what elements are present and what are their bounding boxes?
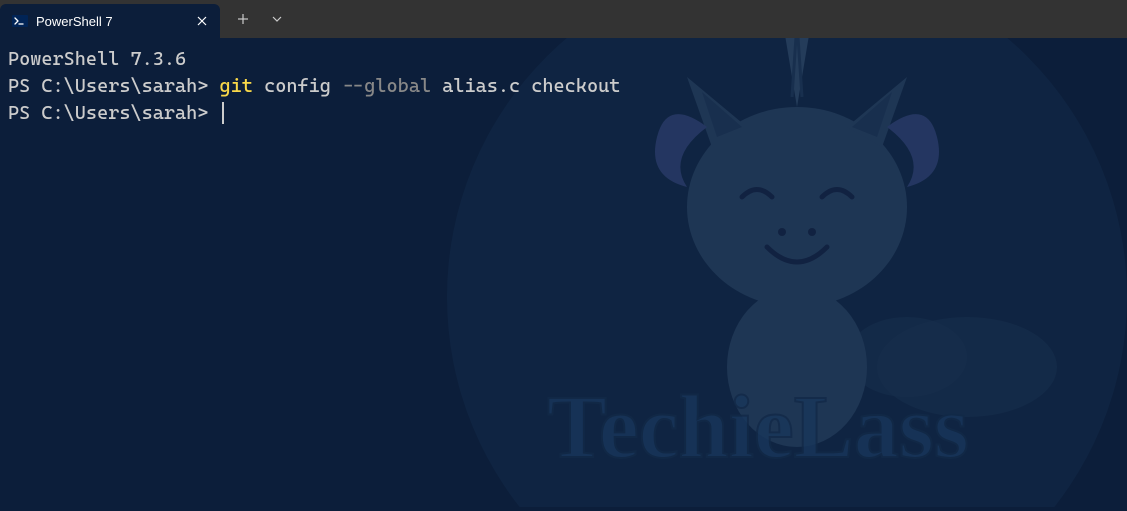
terminal-cursor xyxy=(222,102,224,124)
powershell-icon xyxy=(12,13,28,29)
window-titlebar: PowerShell 7 xyxy=(0,0,1127,38)
prompt-text: PS C:\Users\sarah> xyxy=(8,102,220,124)
terminal-content[interactable]: PowerShell 7.3.6 PS C:\Users\sarah> git … xyxy=(0,38,1127,507)
prompt-text: PS C:\Users\sarah> xyxy=(8,75,220,97)
command-subcommand: config xyxy=(264,75,331,97)
terminal-header-line: PowerShell 7.3.6 xyxy=(8,46,1119,73)
new-tab-button[interactable] xyxy=(228,4,258,34)
tab-powershell[interactable]: PowerShell 7 xyxy=(0,4,220,38)
terminal-prompt-line: PS C:\Users\sarah> xyxy=(8,100,1119,127)
tab-dropdown-button[interactable] xyxy=(262,4,292,34)
titlebar-actions xyxy=(220,4,292,34)
command-flag: --global xyxy=(342,75,431,97)
tab-close-button[interactable] xyxy=(194,13,210,29)
command-name: git xyxy=(220,75,253,97)
terminal-command-line: PS C:\Users\sarah> git config --global a… xyxy=(8,73,1119,100)
command-args: alias.c checkout xyxy=(442,75,620,97)
tab-title: PowerShell 7 xyxy=(36,14,186,29)
